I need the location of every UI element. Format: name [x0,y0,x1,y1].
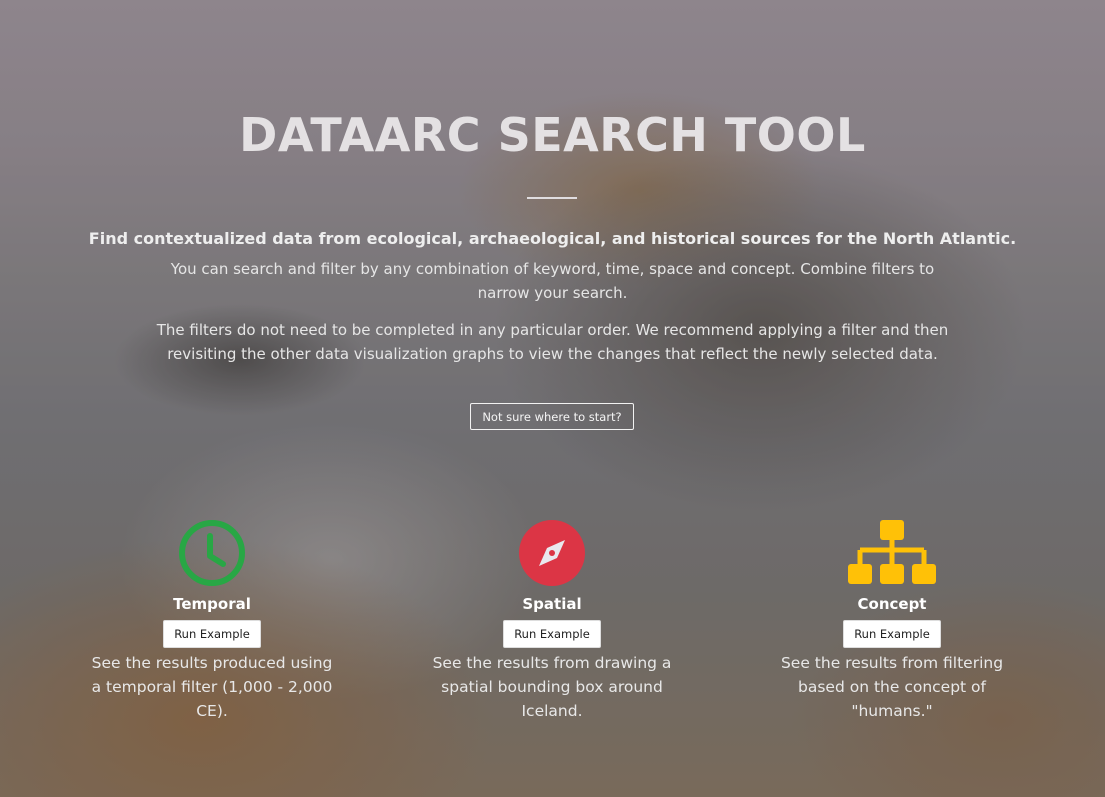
feature-temporal: Temporal Run Example See the results pro… [77,518,347,723]
hero-section: DATAARC SEARCH TOOL Find contextualized … [0,0,1105,797]
compass-icon [519,520,585,586]
feature-list: Temporal Run Example See the results pro… [0,518,1105,758]
title-divider [527,197,577,199]
feature-concept: Concept Run Example See the results from… [757,518,1027,723]
temporal-run-example-button[interactable]: Run Example [163,620,261,648]
clock-icon [179,520,245,586]
feature-spatial-description: See the results from drawing a spatial b… [432,654,672,720]
feature-spatial-title: Spatial [522,595,582,613]
feature-temporal-title: Temporal [173,595,251,613]
hero-description-2: The filters do not need to be completed … [156,321,949,363]
page-title: DATAARC SEARCH TOOL [239,108,866,162]
spatial-run-example-button[interactable]: Run Example [503,620,601,648]
feature-spatial: Spatial Run Example See the results from… [417,518,687,723]
concept-run-example-button[interactable]: Run Example [843,620,941,648]
feature-concept-title: Concept [857,595,927,613]
not-sure-where-to-start-button[interactable]: Not sure where to start? [470,403,634,430]
hero-lead-text: Find contextualized data from ecological… [88,229,1017,248]
feature-concept-description: See the results from filtering based on … [780,654,1004,720]
hero-description-1: You can search and filter by any combina… [170,260,935,302]
sitemap-icon [848,520,936,584]
feature-temporal-description: See the results produced using a tempora… [91,654,333,720]
